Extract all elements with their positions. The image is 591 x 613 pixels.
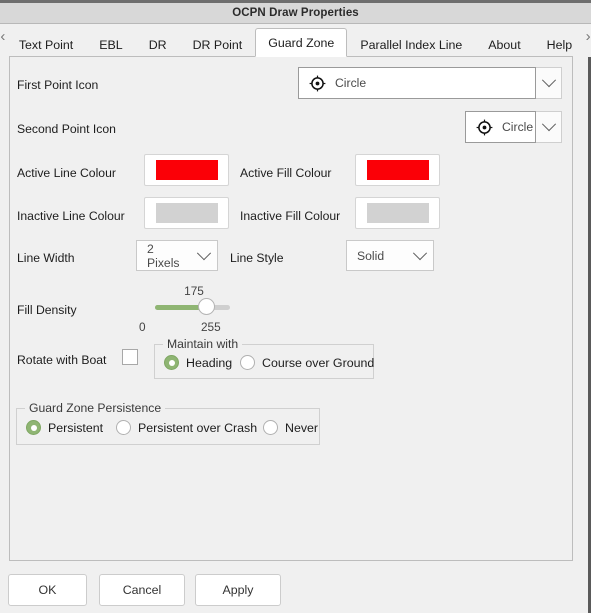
radio-persistent-over-crash[interactable] [116, 420, 131, 435]
fill-density-value: 175 [184, 284, 204, 298]
fill-density-slider-thumb[interactable] [197, 298, 215, 315]
inactive-fill-colour-swatch [366, 203, 429, 223]
line-width-value: 2 Pixels [147, 241, 180, 270]
maintain-with-group-title: Maintain with [163, 337, 243, 351]
tab-scroll-right-icon[interactable]: › [585, 20, 591, 57]
second-point-icon-dropdown-button[interactable] [536, 111, 562, 143]
inactive-line-colour-swatch [155, 203, 218, 223]
maintain-with-option-course-over-ground[interactable]: Course over Ground [240, 355, 374, 370]
maintain-with-option-heading[interactable]: Heading [164, 355, 232, 370]
second-point-icon-label: Second Point Icon [17, 122, 116, 136]
dialog-button-bar: OK Cancel Apply [0, 570, 588, 613]
line-width-select[interactable]: 2 Pixels [136, 240, 218, 271]
radio-persistent-label: Persistent [48, 420, 104, 435]
first-point-icon-combo[interactable]: Circle [298, 67, 562, 99]
inactive-fill-colour-button[interactable] [355, 197, 440, 229]
tab-guard-zone[interactable]: Guard Zone [255, 28, 348, 57]
maintain-with-group: Maintain with Heading Course over Ground [154, 337, 374, 379]
chevron-down-icon [541, 117, 556, 132]
apply-button[interactable]: Apply [195, 574, 281, 606]
tab-parallel-index-line[interactable]: Parallel Index Line [347, 31, 475, 57]
tab-help[interactable]: Help [534, 31, 585, 57]
guard-zone-persistence-group-title: Guard Zone Persistence [25, 401, 166, 415]
chevron-down-icon [412, 245, 428, 260]
tab-about[interactable]: About [475, 31, 533, 57]
fill-density-slider[interactable] [155, 298, 230, 315]
first-point-icon-value: Circle [335, 76, 367, 90]
inactive-line-colour-label: Inactive Line Colour [17, 209, 125, 223]
persistence-option-persistent-over-crash[interactable]: Persistent over Crash [116, 420, 257, 435]
active-fill-colour-button[interactable] [355, 154, 440, 186]
guard-zone-persistence-group: Guard Zone Persistence Persistent Persis… [16, 401, 320, 445]
active-line-colour-swatch [155, 160, 218, 180]
fill-density-min-label: 0 [139, 320, 146, 334]
radio-never[interactable] [263, 420, 278, 435]
line-style-label: Line Style [230, 251, 284, 265]
tab-bar: ‹ Text Point EBL DR DR Point Guard Zone … [0, 24, 591, 57]
radio-heading-label: Heading [186, 355, 233, 370]
cancel-button[interactable]: Cancel [99, 574, 185, 606]
window-title: OCPN Draw Properties [232, 7, 359, 19]
radio-persistent-over-crash-label: Persistent over Crash [138, 420, 258, 435]
ocpn-draw-properties-window: OCPN Draw Properties ‹ Text Point EBL DR… [0, 0, 591, 613]
circle-target-icon [309, 75, 326, 91]
tab-ebl[interactable]: EBL [86, 31, 135, 57]
tab-text-point[interactable]: Text Point [6, 31, 86, 57]
tab-list: Text Point EBL DR DR Point Guard Zone Pa… [6, 24, 585, 57]
persistence-option-never[interactable]: Never [263, 420, 318, 435]
second-point-icon-combo[interactable]: Circle [465, 111, 562, 143]
ok-button[interactable]: OK [8, 574, 87, 606]
fill-density-label: Fill Density [17, 303, 77, 317]
chevron-down-icon [197, 245, 212, 260]
second-point-icon-field[interactable]: Circle [465, 111, 536, 143]
circle-target-icon [476, 119, 493, 135]
first-point-icon-label: First Point Icon [17, 78, 99, 92]
active-line-colour-label: Active Line Colour [17, 166, 116, 180]
first-point-icon-dropdown-button[interactable] [536, 67, 562, 99]
line-style-select[interactable]: Solid [346, 240, 434, 271]
first-point-icon-field[interactable]: Circle [298, 67, 536, 99]
active-fill-colour-label: Active Fill Colour [240, 166, 332, 180]
radio-persistent[interactable] [26, 420, 41, 435]
second-point-icon-value: Circle [502, 120, 534, 134]
tab-dr-point[interactable]: DR Point [180, 31, 256, 57]
radio-heading[interactable] [164, 355, 179, 370]
persistence-option-persistent[interactable]: Persistent [26, 420, 103, 435]
fill-density-max-label: 255 [201, 320, 221, 334]
inactive-line-colour-button[interactable] [144, 197, 229, 229]
rotate-with-boat-checkbox[interactable] [122, 349, 138, 365]
radio-never-label: Never [285, 420, 319, 435]
radio-course-over-ground[interactable] [240, 355, 255, 370]
line-style-value: Solid [357, 248, 385, 263]
radio-course-over-ground-label: Course over Ground [262, 355, 375, 370]
chevron-down-icon [541, 73, 556, 88]
guard-zone-panel: First Point Icon Circle Second Point Ico… [9, 56, 573, 561]
active-fill-colour-swatch [366, 160, 429, 180]
active-line-colour-button[interactable] [144, 154, 229, 186]
rotate-with-boat-label: Rotate with Boat [17, 353, 107, 367]
tab-dr[interactable]: DR [136, 31, 180, 57]
line-width-label: Line Width [17, 251, 75, 265]
title-bar: OCPN Draw Properties [0, 3, 591, 24]
inactive-fill-colour-label: Inactive Fill Colour [240, 209, 341, 223]
